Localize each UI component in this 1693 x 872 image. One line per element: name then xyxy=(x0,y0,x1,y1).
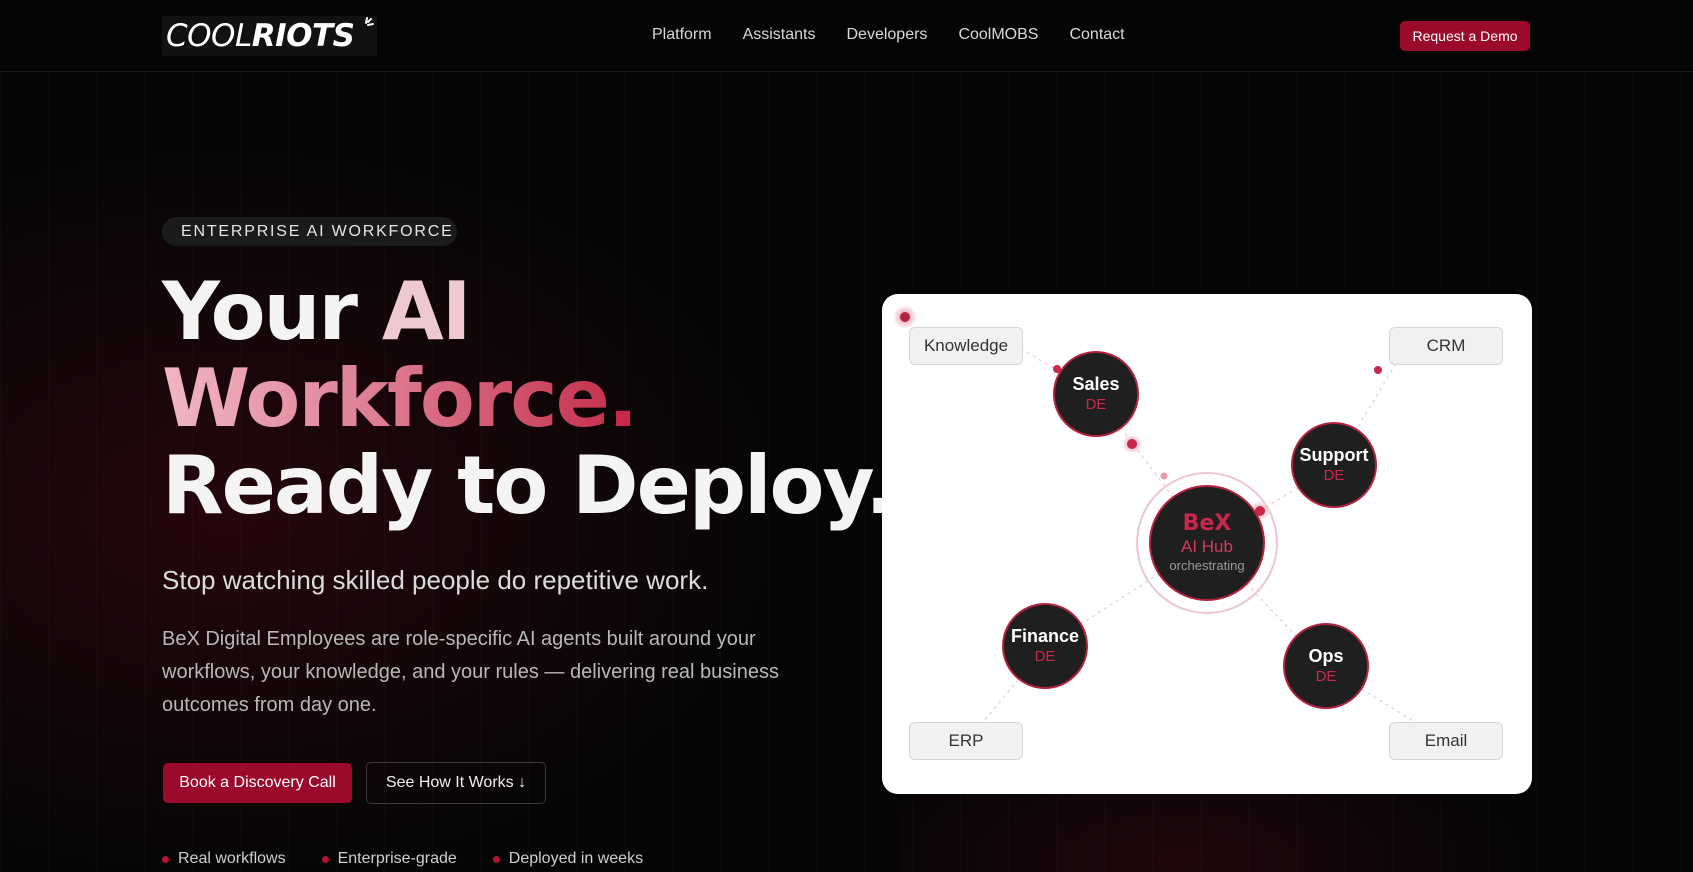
nav-link-developers[interactable]: Developers xyxy=(847,26,928,44)
top-nav: COOLRIOTS Platform Assistants Developers… xyxy=(0,0,1693,72)
feature-item: Deployed in weeks xyxy=(492,850,643,868)
bex-hub: BeX AI Hub orchestrating xyxy=(1149,485,1265,601)
hero-subhead: Stop watching skilled people do repetiti… xyxy=(162,565,709,595)
headline-ai: AI xyxy=(381,265,472,358)
headline-ready: Ready to Deploy. xyxy=(162,439,896,532)
nav-links: Platform Assistants Developers CoolMOBS … xyxy=(652,26,1125,44)
headline-your: Your xyxy=(162,265,382,358)
agent-sales: Sales DE xyxy=(1053,351,1139,437)
headline-period: . xyxy=(607,352,638,445)
system-email: Email xyxy=(1389,722,1503,760)
system-crm: CRM xyxy=(1389,327,1503,365)
feature-item: Enterprise-grade xyxy=(321,850,457,868)
agent-support: Support DE xyxy=(1291,422,1377,508)
agent-finance: Finance DE xyxy=(1002,603,1088,689)
hero-headline: Your AI Workforce. Ready to Deploy. xyxy=(162,265,896,532)
coolriots-logo[interactable]: COOLRIOTS xyxy=(162,16,377,56)
nav-link-assistants[interactable]: Assistants xyxy=(743,26,816,44)
system-knowledge: Knowledge xyxy=(909,327,1023,365)
logo-wordmark: COOLRIOTS xyxy=(166,17,355,54)
nav-link-coolmobs[interactable]: CoolMOBS xyxy=(958,26,1038,44)
workforce-diagram: Knowledge CRM ERP Email Sales DE Support… xyxy=(882,294,1532,794)
agent-ops: Ops DE xyxy=(1283,623,1369,709)
hero-description: BeX Digital Employees are role-specific … xyxy=(162,628,779,716)
spark-icon xyxy=(365,17,374,26)
book-discovery-call-button[interactable]: Book a Discovery Call xyxy=(163,763,352,803)
see-how-it-works-button[interactable]: See How It Works ↓ xyxy=(366,762,546,804)
bullet-icon xyxy=(321,855,329,863)
nav-link-contact[interactable]: Contact xyxy=(1069,26,1124,44)
feature-list: Real workflows Enterprise-grade Deployed… xyxy=(162,850,679,868)
bullet-icon xyxy=(162,855,169,863)
hero-badge: ENTERPRISE AI WORKFORCE xyxy=(162,217,457,246)
nav-link-platform[interactable]: Platform xyxy=(652,26,712,44)
system-erp: ERP xyxy=(909,722,1023,760)
bullet-icon xyxy=(492,855,500,863)
feature-item: Real workflows xyxy=(162,850,286,868)
request-demo-button[interactable]: Request a Demo xyxy=(1400,21,1530,51)
headline-workforce: Workforce xyxy=(162,352,610,445)
